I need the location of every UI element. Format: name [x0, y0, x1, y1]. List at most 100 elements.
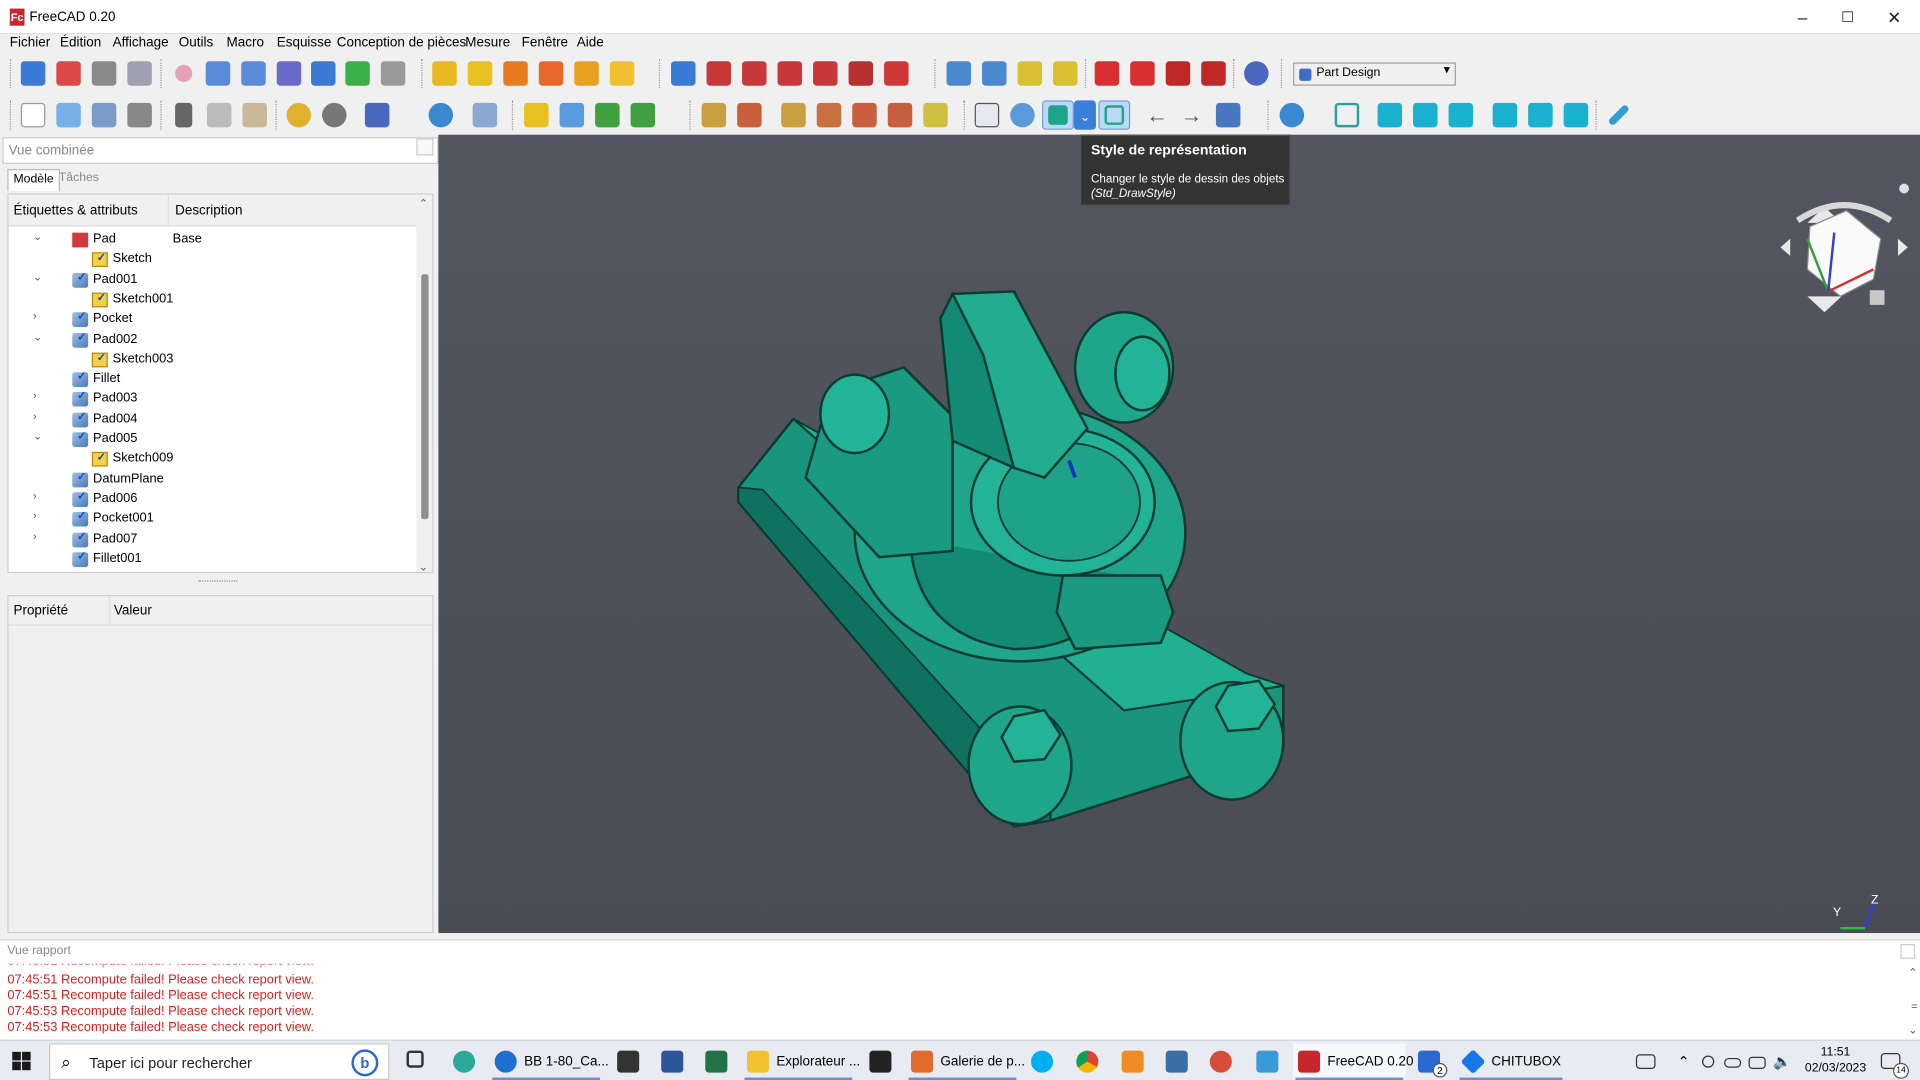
remote-desktop-icon[interactable]: 2 — [1413, 1043, 1455, 1080]
expand-down-icon[interactable]: ⌄ — [33, 430, 45, 443]
tray-expand-icon[interactable]: ⌃ — [1678, 1043, 1698, 1080]
new-document-icon[interactable] — [20, 102, 46, 128]
menu-edition[interactable]: Édition — [60, 36, 101, 51]
tree-item[interactable]: › ✓ Pad007 — [9, 530, 418, 550]
tree-item[interactable]: › ✓ Pad003 — [9, 390, 418, 410]
redo-icon[interactable] — [322, 102, 347, 128]
network-icon[interactable] — [1748, 1043, 1771, 1080]
linear-pattern-icon[interactable] — [982, 61, 1007, 86]
taskbar-search[interactable]: ⌕ Taper ici pour rechercher b — [48, 1043, 390, 1080]
maximize-button[interactable]: ☐ — [1826, 2, 1870, 31]
expand-right-icon[interactable]: › — [33, 310, 45, 322]
macro-record-icon[interactable] — [701, 102, 727, 128]
column-property[interactable]: Propriété — [13, 604, 68, 619]
subtractive-helix-icon[interactable] — [848, 61, 874, 86]
taskbar-app-freecad[interactable]: FreeCAD 0.20 — [1293, 1043, 1413, 1080]
column-labels[interactable]: Étiquettes & attributs — [13, 203, 137, 218]
expand-down-icon[interactable]: ⌄ — [33, 230, 45, 243]
bounding-box-button[interactable] — [1098, 100, 1131, 130]
fit-selection-icon[interactable] — [1010, 102, 1035, 128]
windows-start-icon[interactable] — [12, 1051, 32, 1072]
7zip-icon[interactable] — [612, 1043, 644, 1080]
calculator-icon[interactable] — [1161, 1043, 1193, 1080]
taskbar-app-chitubox[interactable]: CHITUBOX — [1457, 1043, 1565, 1080]
report-scroll-up-icon[interactable]: ⌃ — [1908, 966, 1917, 979]
bing-icon[interactable]: b — [351, 1049, 379, 1077]
navigation-cube[interactable] — [1780, 183, 1909, 313]
tree-item[interactable]: ✓ Sketch — [9, 250, 418, 270]
notification-center-icon[interactable]: 14 — [1876, 1043, 1913, 1080]
rear-view-icon[interactable] — [1492, 102, 1518, 128]
toolbar-handle[interactable] — [9, 100, 12, 130]
back-arrow-icon[interactable]: ← — [1145, 103, 1169, 127]
excel-icon[interactable] — [700, 1043, 732, 1080]
body-icon[interactable] — [20, 61, 46, 86]
mirrored-icon[interactable] — [946, 61, 972, 86]
datum-line-icon[interactable] — [205, 61, 231, 86]
tree-item[interactable]: ✓ Fillet001 — [9, 550, 418, 570]
macros-icon[interactable] — [781, 102, 806, 128]
create-sketch-icon[interactable] — [56, 61, 81, 86]
keyboard-layout-icon[interactable] — [1631, 1043, 1658, 1080]
clone-body-icon[interactable] — [380, 61, 406, 86]
revolution-icon[interactable] — [467, 61, 493, 86]
tree-item[interactable]: › ✓ Pad006 — [9, 490, 418, 510]
menu-outils[interactable]: Outils — [179, 36, 213, 51]
pocket-icon[interactable] — [671, 61, 696, 86]
menu-macro[interactable]: Macro — [227, 36, 264, 51]
inkscape-icon[interactable] — [864, 1043, 896, 1080]
hole-icon[interactable] — [706, 61, 732, 86]
column-description[interactable]: Description — [175, 203, 242, 218]
draw-style-button[interactable] — [1042, 100, 1074, 130]
menu-fichier[interactable]: Fichier — [10, 36, 50, 51]
report-view[interactable]: 07:45:51 Recompute failed! Please check … — [0, 963, 1920, 1040]
additive-helix-icon[interactable] — [574, 61, 599, 86]
sync-view-icon[interactable] — [1215, 102, 1241, 128]
isometric-view-icon[interactable] — [1334, 102, 1360, 128]
expand-down-icon[interactable]: ⌄ — [33, 270, 45, 283]
part-icon[interactable] — [524, 102, 549, 128]
tab-modele[interactable]: Modèle — [7, 168, 60, 192]
datum-plane-icon[interactable] — [241, 61, 266, 86]
tree-item[interactable]: › ✓ Pocket — [9, 310, 418, 330]
report-scroll-grip-icon[interactable]: = — [1911, 1000, 1917, 1012]
additive-loft-icon[interactable] — [503, 61, 528, 86]
left-view-icon[interactable] — [1563, 102, 1589, 128]
menu-esquisse[interactable]: Esquisse — [277, 36, 332, 51]
close-button[interactable]: ✕ — [1872, 2, 1916, 31]
shape-binder-icon[interactable] — [311, 61, 336, 86]
tree-item[interactable]: ⌄ ✓ Pad005 — [9, 430, 418, 450]
tree-item[interactable]: ✓ Sketch001 — [9, 290, 418, 310]
polar-pattern-icon[interactable] — [1017, 61, 1043, 86]
model-render[interactable] — [438, 135, 1920, 933]
menu-fenetre[interactable]: Fenêtre — [522, 36, 568, 51]
paste-icon[interactable] — [242, 102, 267, 128]
taskbar-app-explorer[interactable]: Explorateur ... — [742, 1043, 860, 1080]
zoom-icon[interactable] — [1279, 102, 1305, 128]
expand-right-icon[interactable]: › — [33, 530, 45, 542]
tree-item[interactable]: ✓ Fillet — [9, 370, 418, 390]
expand-right-icon[interactable]: › — [33, 510, 45, 522]
bottom-view-icon[interactable] — [1528, 102, 1553, 128]
pad-icon[interactable] — [432, 61, 457, 86]
thickness-icon[interactable] — [1201, 61, 1226, 86]
menu-affichage[interactable]: Affichage — [113, 36, 169, 51]
front-view-icon[interactable] — [1377, 102, 1403, 128]
word-icon[interactable] — [656, 1043, 688, 1080]
camera-tray-icon[interactable] — [1702, 1043, 1722, 1080]
onedrive-icon[interactable] — [1724, 1043, 1746, 1080]
local-coordinate-system-icon[interactable] — [276, 61, 302, 86]
top-view-icon[interactable] — [1413, 102, 1438, 128]
subshape-binder-icon[interactable] — [345, 61, 370, 86]
macro-stop-icon[interactable] — [737, 102, 762, 128]
expand-right-icon[interactable]: › — [33, 490, 45, 502]
menu-mesure[interactable]: Mesure — [465, 36, 510, 51]
draw-style-dropdown-arrow[interactable]: ⌄ — [1073, 100, 1096, 130]
tree-item[interactable]: ✓ DatumPlane — [9, 470, 418, 490]
additive-pipe-icon[interactable] — [538, 61, 564, 86]
tree-item[interactable]: ✓ Sketch003 — [9, 350, 418, 370]
subtractive-primitive-icon[interactable] — [884, 61, 909, 86]
tree-item[interactable]: › ✓ Pad004 — [9, 410, 418, 430]
undo-icon[interactable] — [286, 102, 312, 128]
expand-right-icon[interactable]: › — [33, 410, 45, 422]
